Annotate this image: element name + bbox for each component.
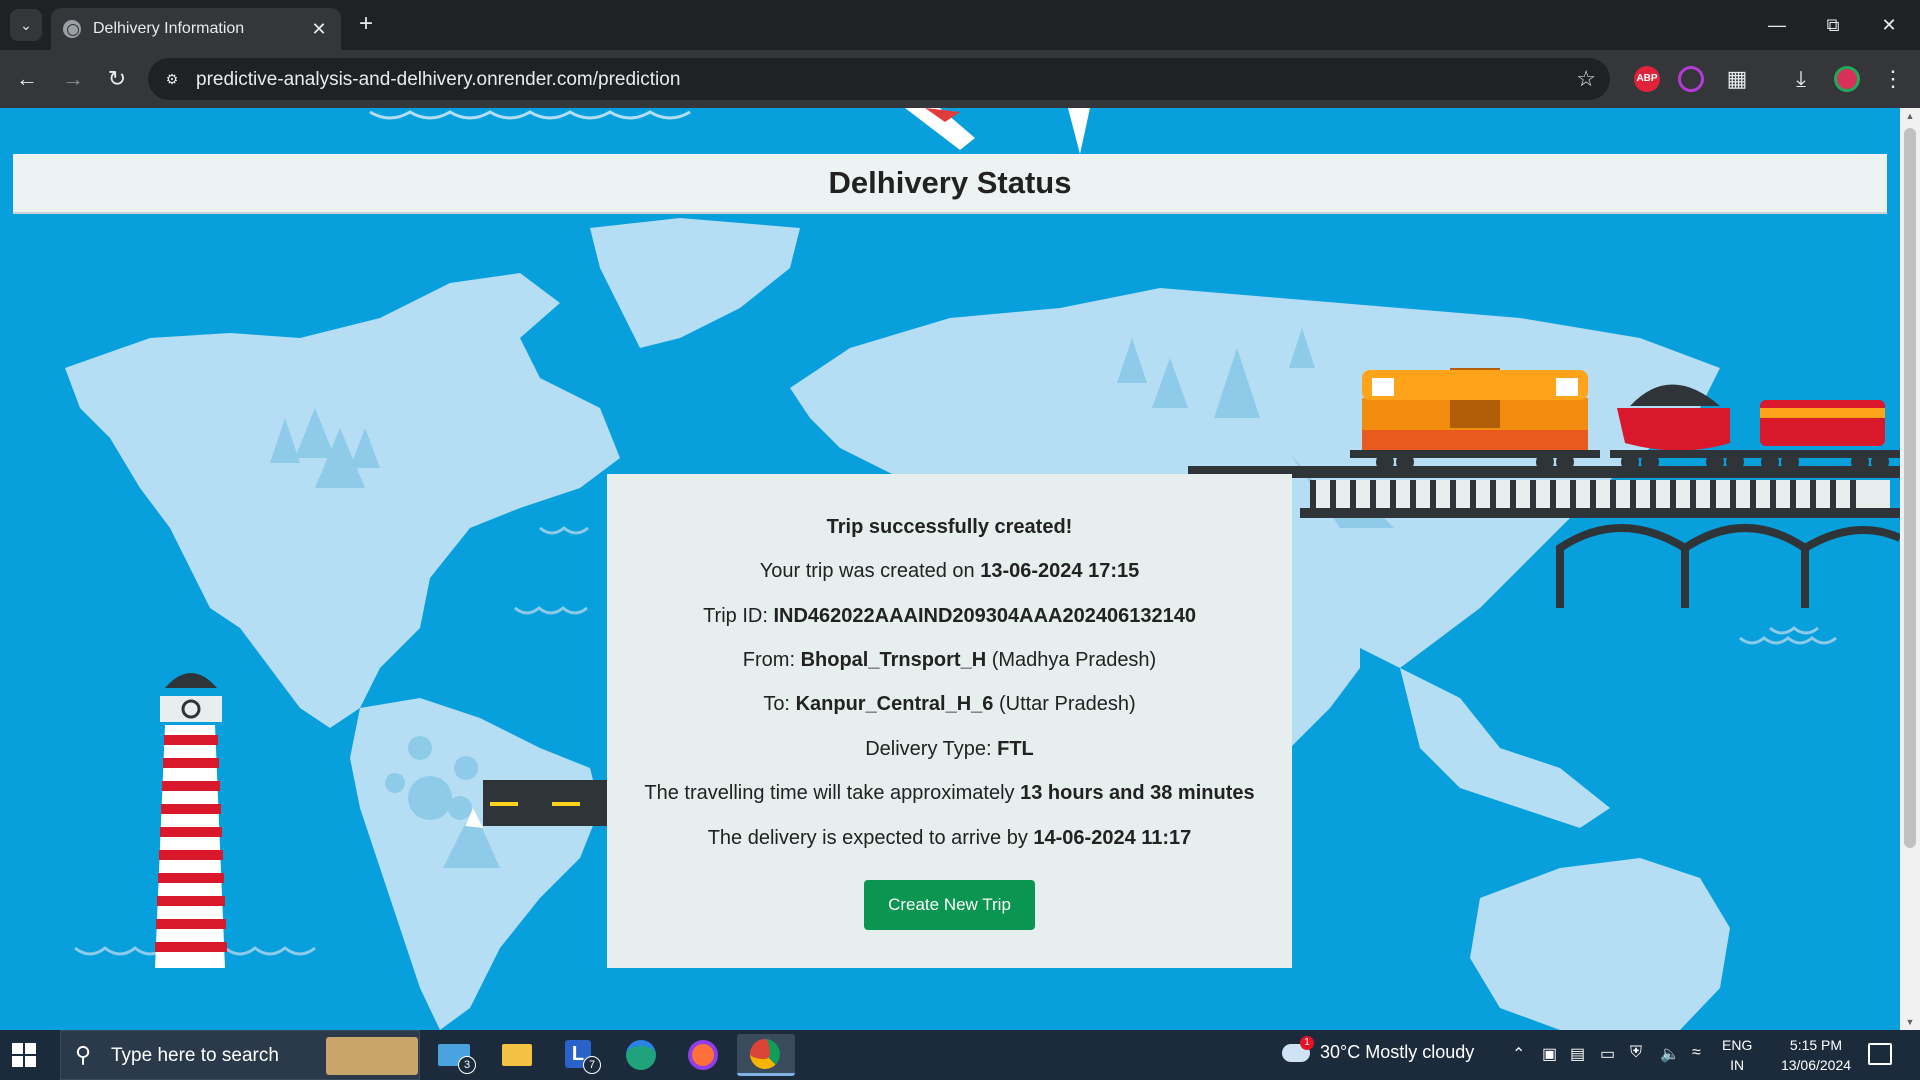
page-header: Delhivery Status [13, 154, 1887, 214]
meet-icon[interactable]: ▣ [1542, 1044, 1557, 1064]
created-on-line: Your trip was created on 13-06-2024 17:1… [607, 560, 1292, 583]
language-region: IN [1730, 1057, 1745, 1073]
page-scrollbar[interactable]: ▲ ▼ [1900, 108, 1920, 1030]
language-code: ENG [1722, 1037, 1753, 1053]
restore-icon[interactable]: ⧉ [1810, 9, 1856, 41]
l-app-badge: 7 [583, 1056, 601, 1074]
created-on-value: 13-06-2024 17:15 [980, 560, 1140, 582]
tab-strip: ⌄ Delhivery Information ✕ + — ⧉ ✕ [0, 0, 1920, 50]
mail-badge: 3 [458, 1056, 476, 1074]
volume-icon[interactable]: 🔈 [1660, 1044, 1680, 1064]
from-center: Bhopal_Trnsport_H [800, 649, 987, 671]
chrome-taskbar-icon[interactable] [737, 1034, 795, 1076]
new-tab-plus-icon[interactable]: + [352, 11, 380, 39]
site-info-icon[interactable]: ⚙ [162, 69, 182, 89]
tray-chevron-up-icon[interactable]: ⌃ [1512, 1044, 1525, 1064]
arrival-value: 14-06-2024 11:17 [1033, 827, 1192, 849]
weather-text: 30°C Mostly cloudy [1320, 1042, 1475, 1062]
trip-id-label: Trip ID: [703, 605, 774, 627]
windows-start-icon[interactable] [12, 1043, 36, 1067]
travel-time-label: The travelling time will take approximat… [644, 782, 1021, 804]
wifi-icon[interactable]: ≈ [1692, 1044, 1701, 1062]
create-new-trip-button[interactable]: Create New Trip [864, 880, 1035, 930]
success-message: Trip successfully created! [607, 516, 1292, 539]
tab-title: Delhivery Information [93, 20, 245, 37]
to-center: Kanpur_Central_H_6 [795, 693, 994, 715]
to-label: To: [763, 693, 796, 715]
bookmark-star-icon[interactable]: ☆ [1576, 66, 1596, 92]
scroll-up-arrow-icon[interactable]: ▲ [1900, 108, 1920, 124]
forward-arrow-icon[interactable]: → [58, 64, 88, 94]
minimize-icon[interactable]: — [1754, 9, 1800, 41]
travel-time-line: The travelling time will take approximat… [607, 782, 1292, 805]
download-icon[interactable]: ⤓ [1786, 64, 1816, 94]
page-viewport: Delhivery Status Trip successfully creat… [0, 108, 1920, 1030]
tab-search-chevron-icon[interactable]: ⌄ [10, 9, 42, 41]
extension-icon[interactable] [1678, 66, 1704, 92]
trip-status-card: Trip successfully created! Your trip was… [607, 474, 1292, 968]
windows-taskbar: ⚲ Type here to search 3 L 7 1 30°C Mostly… [0, 1030, 1920, 1080]
reload-icon[interactable]: ↻ [102, 64, 132, 94]
extensions-puzzle-icon[interactable]: ▦ [1722, 64, 1752, 94]
taskbar-search-placeholder: Type here to search [111, 1045, 279, 1066]
active-tab[interactable]: Delhivery Information ✕ [51, 8, 341, 50]
scrollbar-thumb[interactable] [1904, 128, 1916, 848]
search-highlight-image [326, 1037, 418, 1075]
clock-date: 13/06/2024 [1780, 1057, 1852, 1073]
weather-widget[interactable]: 1 30°C Mostly cloudy [1282, 1036, 1475, 1063]
delivery-type-line: Delivery Type: FTL [607, 738, 1292, 761]
language-indicator[interactable]: ENG IN [1722, 1035, 1752, 1075]
search-icon: ⚲ [75, 1042, 92, 1067]
edge-browser-icon[interactable] [616, 1034, 666, 1076]
weather-alert-badge: 1 [1300, 1036, 1314, 1051]
window-close-icon[interactable]: ✕ [1866, 9, 1912, 41]
trip-id-line: Trip ID: IND462022AAAIND209304AAA2024061… [607, 605, 1292, 628]
profile-avatar[interactable] [1834, 66, 1860, 92]
menu-kebab-icon[interactable]: ⋮ [1878, 64, 1908, 94]
arrival-label: The delivery is expected to arrive by [707, 827, 1034, 849]
page-title: Delhivery Status [828, 165, 1072, 200]
taskbar-search-box[interactable]: ⚲ Type here to search [60, 1030, 420, 1080]
travel-time-value: 13 hours and 38 minutes [1020, 782, 1255, 804]
from-label: From: [742, 649, 801, 671]
to-state: (Uttar Pradesh) [993, 693, 1136, 715]
from-state: (Madhya Pradesh) [986, 649, 1157, 671]
clock-time: 5:15 PM [1789, 1037, 1843, 1053]
trip-id-value: IND462022AAAIND209304AAA202406132140 [773, 605, 1196, 627]
created-on-label: Your trip was created on [759, 560, 981, 582]
notification-center-icon[interactable] [1868, 1043, 1892, 1065]
url-text[interactable]: predictive-analysis-and-delhivery.onrend… [196, 69, 680, 91]
globe-icon [63, 20, 81, 38]
cloud-icon: 1 [1282, 1036, 1314, 1063]
delivery-type-value: FTL [997, 738, 1034, 760]
address-bar[interactable]: ⚙ predictive-analysis-and-delhivery.onre… [148, 58, 1610, 100]
tab-close-icon[interactable]: ✕ [309, 19, 329, 40]
scroll-down-arrow-icon[interactable]: ▼ [1900, 1014, 1920, 1030]
firefox-icon[interactable] [678, 1034, 728, 1076]
system-clock[interactable]: 5:15 PM 13/06/2024 [1768, 1035, 1864, 1075]
shield-icon[interactable]: ⛨ [1630, 1044, 1642, 1062]
success-heading: Trip successfully created! [826, 516, 1073, 538]
display-icon[interactable]: ▤ [1570, 1044, 1585, 1064]
arrival-line: The delivery is expected to arrive by 14… [607, 827, 1292, 850]
delivery-type-label: Delivery Type: [865, 738, 998, 760]
mail-app-icon[interactable]: 3 [430, 1034, 480, 1076]
file-explorer-icon[interactable] [492, 1034, 542, 1076]
l-app-icon[interactable]: L 7 [555, 1034, 605, 1076]
browser-toolbar: ← → ↻ ⚙ predictive-analysis-and-delhiver… [0, 50, 1920, 108]
adblock-extension-icon[interactable]: ABP [1634, 66, 1660, 92]
battery-icon[interactable]: ▭ [1600, 1044, 1615, 1064]
to-line: To: Kanpur_Central_H_6 (Uttar Pradesh) [607, 693, 1292, 716]
from-line: From: Bhopal_Trnsport_H (Madhya Pradesh) [607, 649, 1292, 672]
back-arrow-icon[interactable]: ← [12, 64, 42, 94]
